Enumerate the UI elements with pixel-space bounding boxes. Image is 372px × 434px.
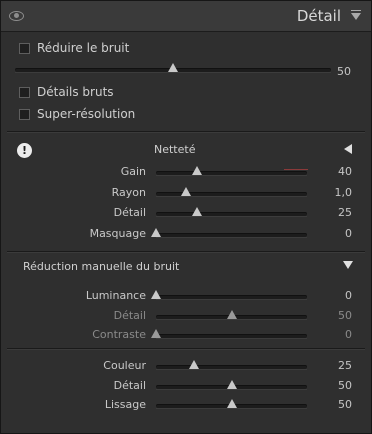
section-divider [7,131,365,132]
slider-label: Contraste [92,328,146,341]
slider-handle[interactable] [181,186,192,196]
slider-label: Masquage [89,226,146,240]
slider-value[interactable]: 1,0 [312,186,353,199]
slider-handle[interactable] [151,290,161,299]
clipping-indicator [284,169,308,170]
section-divider [7,251,365,252]
raw-details-checkbox[interactable] [19,87,30,98]
slider-track[interactable] [156,309,307,320]
reduce-noise-label: Réduire le bruit [37,41,130,55]
slider-handle[interactable] [191,166,202,175]
slider-track[interactable] [156,207,307,217]
super-resolution-checkbox[interactable] [19,109,30,120]
panel-header[interactable]: Détail [1,1,371,32]
slider-handle[interactable] [188,360,199,369]
slider-value[interactable]: 50 [312,309,352,322]
slider-label: Lissage [104,398,146,411]
slider-handle[interactable] [226,309,237,319]
slider-value[interactable]: 40 [312,165,352,178]
slider-handle[interactable] [191,207,202,216]
slider-label: Détail [113,308,146,322]
warning-icon[interactable]: ! [17,143,32,158]
reduce-noise-checkbox[interactable] [19,43,30,54]
noise-reduction-toggle-icon[interactable] [343,261,353,269]
master-slider-handle[interactable] [168,63,178,72]
panel-title: Détail [296,7,341,25]
slider-track[interactable] [151,227,307,238]
slider-track[interactable] [156,360,307,370]
slider-label: Détail [113,378,146,392]
noise-reduction-title: Réduction manuelle du bruit [23,260,180,273]
slider-value[interactable]: 25 [312,359,352,372]
slider-value[interactable]: 0 [312,328,352,341]
slider-value[interactable]: 0 [312,289,352,302]
slider-label: Couleur [103,359,146,372]
slider-value[interactable]: 25 [312,206,352,219]
sharpening-toggle-icon[interactable] [344,144,352,154]
slider-handle[interactable] [151,329,161,338]
slider-handle[interactable] [151,227,161,237]
slider-track[interactable] [151,290,307,300]
slider-track[interactable] [156,399,307,409]
collapse-panel-icon[interactable] [351,10,361,20]
detail-panel: Détail Réduire le bruit 50 Détails bruts… [0,0,372,434]
super-resolution-label: Super-résolution [37,107,136,121]
slider-label: Luminance [85,289,146,302]
slider-label: Rayon [111,185,146,199]
slider-track[interactable] [156,186,307,197]
slider-label: Gain [120,165,146,178]
master-slider-value: 50 [337,65,351,78]
master-detail-slider[interactable] [15,63,331,73]
slider-value[interactable]: 0 [312,227,352,240]
slider-track[interactable] [156,166,308,176]
slider-track[interactable] [151,329,307,339]
slider-value[interactable]: 50 [312,379,352,392]
sharpening-title: Netteté [154,143,196,156]
slider-handle[interactable] [226,399,237,408]
slider-value[interactable]: 50 [312,398,352,411]
slider-track[interactable] [156,379,307,390]
slider-handle[interactable] [226,379,237,389]
slider-label: Détail [113,206,146,219]
eye-icon[interactable] [9,11,24,21]
subsection-divider [7,348,365,349]
raw-details-label: Détails bruts [37,85,114,99]
